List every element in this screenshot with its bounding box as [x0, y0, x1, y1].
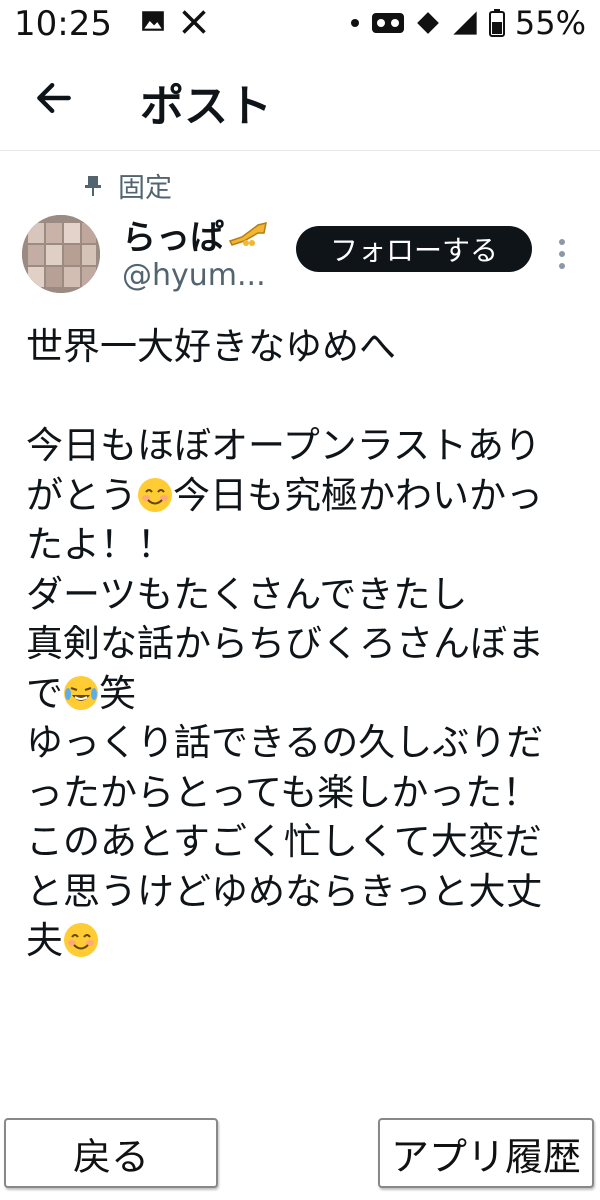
app-history-button[interactable]: アプリ履歴 [378, 1118, 594, 1188]
follow-button[interactable]: フォローする [296, 226, 532, 272]
x-logo-icon [182, 10, 206, 34]
signal-icon [453, 11, 477, 35]
pin-icon [85, 175, 101, 196]
voicemail-icon [371, 13, 404, 33]
post-header: ポスト [0, 52, 600, 151]
dot-icon [350, 19, 359, 27]
battery-icon [488, 9, 505, 37]
tears-of-joy-emoji [64, 675, 98, 710]
smiling-face-emoji [138, 477, 172, 512]
status-bar: 10:25 55% [0, 0, 600, 50]
back-arrow-icon[interactable] [32, 76, 76, 120]
pinned-label: 固定 [118, 173, 172, 204]
avatar[interactable] [22, 215, 100, 293]
image-icon [142, 11, 164, 31]
page-title: ポスト [140, 81, 272, 132]
post-text-segment: 笑 ゆっくり話できるの久しぶりだったからとっても楽しかった！ このあとすごく忙し… [26, 671, 544, 963]
more-vertical-icon[interactable] [552, 234, 572, 274]
bottom-navigation: 戻る アプリ履歴 [0, 1110, 600, 1200]
display-name[interactable]: らっぱ [122, 210, 268, 259]
smiling-face-emoji [64, 923, 98, 957]
display-name-text: らっぱ [122, 218, 224, 258]
trumpet-emoji [228, 221, 267, 246]
post-text: 世界一大好きなゆめへ 今日もほぼオープンラストありがとう 今日も究極かわいかったよ… [26, 322, 566, 1112]
system-icons: 55% [349, 4, 586, 42]
status-time: 10:25 [14, 4, 112, 44]
vpn-key-icon [417, 12, 439, 34]
battery-percentage: 55% [514, 4, 586, 42]
pinned-indicator: 固定 [84, 166, 172, 205]
back-button[interactable]: 戻る [4, 1118, 218, 1188]
user-handle[interactable]: @hyum... [122, 258, 266, 293]
notification-icons [140, 8, 208, 36]
